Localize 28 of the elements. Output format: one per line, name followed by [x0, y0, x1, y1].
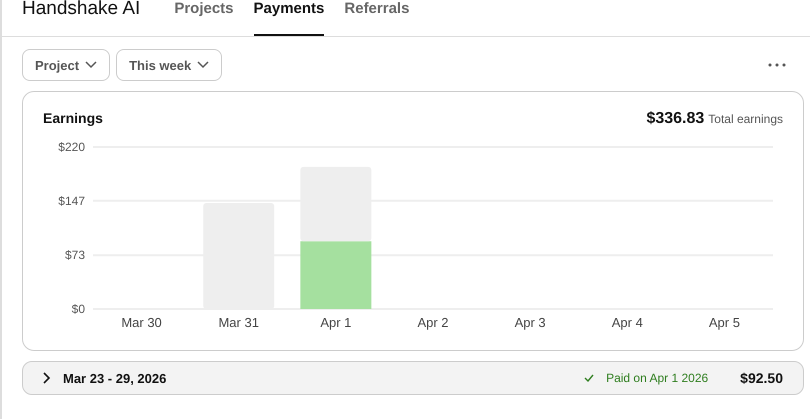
axis-label: Apr 1 [320, 315, 352, 330]
filter-dropdown[interactable]: Project [22, 49, 110, 81]
brand-name: Handshake AI [22, 0, 140, 21]
axis-label: Apr 5 [708, 315, 740, 330]
bar [300, 241, 372, 309]
payout-amount: $92.50 [740, 370, 783, 386]
axis-label: $0 [72, 302, 85, 316]
axis-label: $73 [64, 248, 85, 262]
nav-tab[interactable]: Projects [174, 0, 234, 36]
filter-dropdown[interactable]: This week [116, 49, 222, 81]
total-amount: $336.83 [646, 110, 704, 127]
chevron-down-icon [85, 61, 98, 69]
payout-status: Paid on Apr 1 2026 [606, 371, 708, 385]
check-icon [584, 374, 594, 382]
axis-label: Apr 4 [612, 315, 643, 330]
axis-label: Mar 30 [121, 315, 162, 330]
nav-tab[interactable]: Referrals [344, 0, 410, 36]
axis-label: $147 [58, 194, 85, 208]
total-label: Total earnings [708, 112, 783, 126]
payout-row[interactable]: Mar 23 - 29, 2026 Paid on Apr 1 2026 $92.50 [22, 361, 804, 395]
axis-label: $220 [58, 140, 85, 154]
axis-label: Apr 2 [417, 315, 449, 330]
axis-label: Mar 31 [218, 315, 259, 330]
chevron-down-icon [197, 61, 210, 69]
payout-period: Mar 23 - 29, 2026 [63, 370, 166, 386]
nav-tab[interactable]: Payments [254, 0, 324, 36]
axis-label: Apr 3 [514, 315, 546, 330]
card-title: Earnings [43, 110, 103, 126]
